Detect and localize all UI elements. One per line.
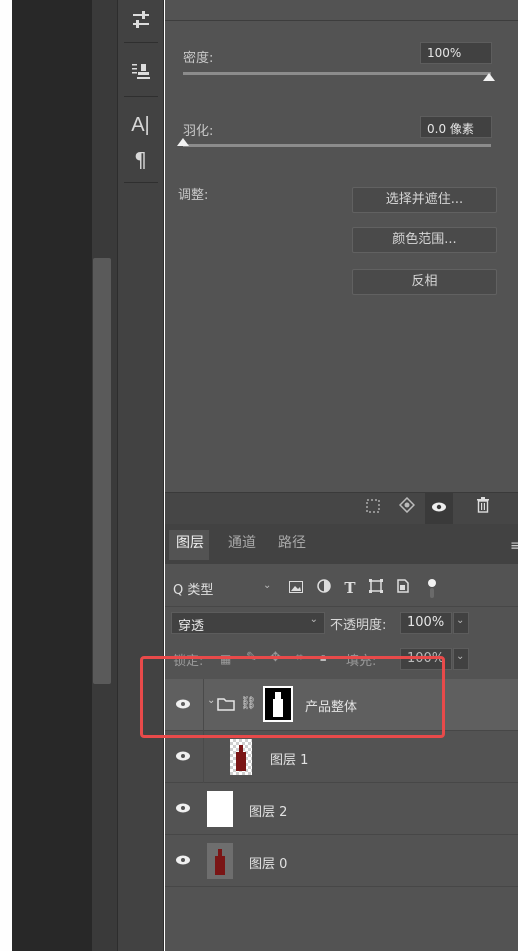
visibility-icon[interactable] bbox=[425, 493, 453, 525]
character-icon[interactable]: A| bbox=[118, 114, 163, 137]
type-filter-icon[interactable]: T bbox=[340, 578, 360, 598]
layer-thumbnail[interactable] bbox=[207, 843, 233, 879]
filter-toggle-icon[interactable] bbox=[422, 578, 442, 598]
density-slider[interactable] bbox=[183, 72, 491, 75]
eye-icon[interactable] bbox=[174, 799, 192, 817]
layer-row[interactable]: 图层 1 bbox=[165, 731, 518, 783]
blend-mode-select[interactable]: 穿透 ⌄ bbox=[171, 612, 325, 634]
layers-tab-bar bbox=[165, 524, 518, 564]
adjust-label: 调整: bbox=[178, 188, 209, 203]
sliders-icon[interactable] bbox=[118, 10, 163, 34]
tab-layers[interactable]: 图层 bbox=[176, 532, 204, 552]
layer-name: 图层 2 bbox=[249, 805, 288, 820]
opacity-label: 不透明度: bbox=[330, 618, 387, 633]
tool-column: A| ¶ bbox=[117, 0, 164, 951]
invert-button[interactable]: 反相 bbox=[352, 269, 497, 295]
panel-divider bbox=[165, 20, 518, 21]
smart-object-filter-icon[interactable] bbox=[393, 578, 413, 598]
blend-mode-value: 穿透 bbox=[178, 619, 205, 634]
layer-row[interactable]: 图层 2 bbox=[165, 783, 518, 835]
feather-slider-knob[interactable] bbox=[177, 138, 189, 146]
eye-icon[interactable] bbox=[174, 851, 192, 869]
select-and-mask-button[interactable]: 选择并遮住... bbox=[352, 187, 497, 213]
density-label: 密度: bbox=[183, 51, 214, 66]
paragraph-icon[interactable]: ¶ bbox=[118, 148, 163, 172]
properties-panel bbox=[165, 0, 518, 520]
apply-mask-icon[interactable] bbox=[393, 493, 421, 525]
pixel-filter-icon[interactable] bbox=[286, 578, 306, 598]
scrollbar-thumb[interactable] bbox=[93, 258, 111, 684]
adjustment-filter-icon[interactable] bbox=[314, 578, 334, 598]
layer-thumbnail[interactable] bbox=[230, 739, 252, 775]
layer-thumbnail[interactable] bbox=[207, 791, 233, 827]
layer-name: 图层 1 bbox=[270, 753, 309, 768]
tab-channels[interactable]: 通道 bbox=[228, 532, 256, 552]
panel-menu-icon[interactable]: ≡ bbox=[510, 538, 518, 554]
properties-footer bbox=[165, 492, 518, 525]
chevron-down-icon: ⌄ bbox=[309, 614, 318, 625]
color-range-button[interactable]: 颜色范围... bbox=[352, 227, 497, 253]
feather-input[interactable]: 0.0 像素 bbox=[420, 116, 492, 138]
opacity-chevron-icon[interactable]: ⌄ bbox=[453, 612, 469, 634]
chevron-down-icon[interactable]: ⌄ bbox=[263, 580, 271, 591]
left-dark-area bbox=[12, 0, 92, 951]
density-slider-knob[interactable] bbox=[483, 73, 495, 81]
feather-label: 羽化: bbox=[183, 124, 214, 139]
tab-paths[interactable]: 路径 bbox=[278, 532, 306, 552]
divider bbox=[165, 606, 518, 607]
filter-type-select[interactable]: Q 类型 bbox=[173, 579, 213, 598]
layer-row[interactable]: 图层 0 bbox=[165, 835, 518, 887]
highlight-box bbox=[140, 656, 445, 738]
shape-filter-icon[interactable] bbox=[366, 578, 386, 598]
eye-icon[interactable] bbox=[174, 747, 192, 765]
feather-slider[interactable] bbox=[183, 144, 491, 147]
density-input[interactable]: 100% bbox=[420, 42, 492, 64]
trash-icon[interactable] bbox=[469, 493, 497, 525]
layer-name: 图层 0 bbox=[249, 857, 288, 872]
fill-chevron-icon[interactable]: ⌄ bbox=[453, 648, 469, 670]
selection-icon[interactable] bbox=[359, 493, 387, 525]
stamp-icon[interactable] bbox=[118, 62, 163, 86]
opacity-input[interactable]: 100% bbox=[400, 612, 452, 634]
